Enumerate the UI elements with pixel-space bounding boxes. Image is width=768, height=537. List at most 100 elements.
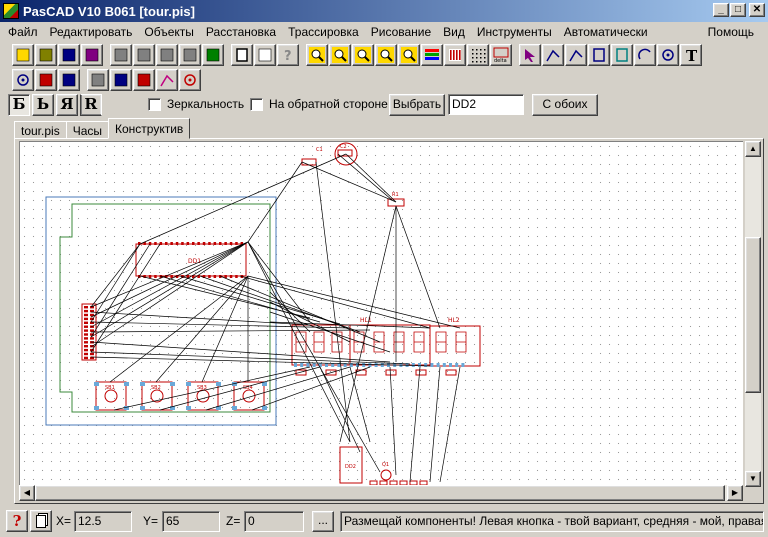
draw-line-button[interactable] <box>542 44 564 66</box>
autoroute-button[interactable] <box>110 69 132 91</box>
undo-button[interactable] <box>202 44 224 66</box>
menu-file[interactable]: Файл <box>2 25 44 39</box>
svg-text:T: T <box>686 47 698 63</box>
color-layers-button[interactable] <box>421 44 443 66</box>
label-sb2: SB2 <box>151 385 161 391</box>
zoom-minus-button[interactable] <box>375 44 397 66</box>
scroll-up-arrow-icon[interactable]: ▲ <box>745 141 761 157</box>
layers-icon <box>258 48 272 62</box>
menu-routing[interactable]: Трассировка <box>282 25 365 39</box>
zoom-area-button[interactable] <box>398 44 420 66</box>
copy-button[interactable] <box>133 44 155 66</box>
testpoint-button[interactable] <box>179 69 201 91</box>
minimize-button[interactable]: _ <box>713 3 729 17</box>
question-button[interactable]: ? <box>277 44 299 66</box>
component-hl1[interactable]: HL1 <box>291 317 431 366</box>
measure-button[interactable] <box>58 69 80 91</box>
erase-button[interactable] <box>179 44 201 66</box>
horizontal-scrollbar[interactable]: ◀ ▶ <box>19 485 743 501</box>
horizontal-scroll-thumb[interactable] <box>35 485 725 501</box>
delta-button[interactable]: delta <box>490 44 512 66</box>
zoom-fit-button[interactable] <box>306 44 328 66</box>
back-side-checkbox[interactable] <box>250 97 263 111</box>
grid-dots-icon <box>472 49 486 63</box>
delta-icon: delta <box>493 47 509 63</box>
save-file-button[interactable] <box>58 44 80 66</box>
tab-construct[interactable]: Конструктив <box>108 118 191 139</box>
filled-rect-button[interactable] <box>611 44 633 66</box>
draw-line-icon <box>546 49 560 62</box>
testpoint-icon <box>184 74 196 86</box>
help-button[interactable]: ? <box>6 510 28 532</box>
text-button[interactable]: T <box>680 44 702 66</box>
menu-tools[interactable]: Инструменты <box>471 25 558 39</box>
zoom-plus-button[interactable] <box>352 44 374 66</box>
svg-text:?: ? <box>284 49 292 63</box>
scroll-left-arrow-icon[interactable]: ◀ <box>19 485 35 501</box>
tab-clock[interactable]: Часы <box>65 121 109 139</box>
menu-placement[interactable]: Расстановка <box>200 25 282 39</box>
menu-bar: Файл Редактировать Объекты Расстановка Т… <box>0 22 768 42</box>
route-button[interactable] <box>87 69 109 91</box>
open-file-button[interactable] <box>35 44 57 66</box>
component-name-input[interactable]: DD2 <box>448 94 524 115</box>
menu-help[interactable]: Помощь <box>702 25 760 39</box>
filled-rect-icon <box>616 48 628 62</box>
grid-dots-button[interactable] <box>467 44 489 66</box>
vertical-scrollbar[interactable]: ▲ ▼ <box>745 141 761 487</box>
pins-icon <box>449 49 461 61</box>
layers-button[interactable] <box>254 44 276 66</box>
component-q1[interactable]: Q1 <box>380 462 392 481</box>
mirror-checkbox[interactable] <box>148 97 161 111</box>
arc-button[interactable] <box>634 44 656 66</box>
tab-tour-pis[interactable]: tour.pis <box>14 121 67 139</box>
component-sb1[interactable]: SB1 <box>94 381 129 411</box>
component-sb3[interactable]: SB3 <box>186 381 221 411</box>
pcb-canvas[interactable]: DD1 SB1 SB2 SB3 SB4 HL1 HL2 C2 C1 R1 DD2… <box>19 141 743 487</box>
layer-button-1[interactable]: Б <box>8 94 30 116</box>
menu-auto[interactable]: Автоматически <box>558 25 654 39</box>
more-button[interactable]: ... <box>312 511 334 532</box>
zoom-in-button[interactable] <box>329 44 351 66</box>
pins-button[interactable] <box>444 44 466 66</box>
layer-button-3[interactable]: Я <box>56 94 78 116</box>
select-tool-button[interactable] <box>12 44 34 66</box>
back-side-option[interactable]: На обратной стороне <box>250 97 388 111</box>
component-place-button[interactable] <box>133 69 155 91</box>
exit-door-button[interactable] <box>81 44 103 66</box>
via-button[interactable] <box>12 69 34 91</box>
maximize-button[interactable]: □ <box>730 3 746 17</box>
circle-button[interactable] <box>657 44 679 66</box>
component-c1[interactable]: C1 <box>301 147 323 166</box>
vertical-scroll-thumb[interactable] <box>745 237 761 393</box>
component-sb2[interactable]: SB2 <box>140 381 175 411</box>
mirror-option[interactable]: Зеркальность <box>148 97 244 111</box>
measure-icon <box>62 73 76 87</box>
scroll-down-arrow-icon[interactable]: ▼ <box>745 471 761 487</box>
pages-button[interactable] <box>30 510 52 532</box>
both-sides-button[interactable]: С обоих <box>532 94 598 116</box>
menu-edit[interactable]: Редактировать <box>44 25 139 39</box>
select-button[interactable]: Выбрать <box>389 94 445 116</box>
menu-drawing[interactable]: Рисование <box>365 25 437 39</box>
scroll-right-arrow-icon[interactable]: ▶ <box>727 485 743 501</box>
component-dd2[interactable]: DD2 <box>339 446 363 484</box>
arc-icon <box>638 48 651 60</box>
paste-button[interactable] <box>156 44 178 66</box>
pointer-arrow-button[interactable] <box>519 44 541 66</box>
new-page-button[interactable] <box>231 44 253 66</box>
cut-button[interactable] <box>110 44 132 66</box>
rectangle-button[interactable] <box>588 44 610 66</box>
help-question-icon: ? <box>12 512 22 530</box>
layer-button-2[interactable]: Ь <box>32 94 54 116</box>
component-hl2[interactable]: HL2 <box>429 317 481 367</box>
menu-view[interactable]: Вид <box>437 25 471 39</box>
close-button[interactable]: ✕ <box>749 3 765 17</box>
polygon-fill-button[interactable] <box>156 69 178 91</box>
layer-button-4[interactable]: Я <box>80 94 102 116</box>
workspace-panel: DD1 SB1 SB2 SB3 SB4 HL1 HL2 C2 C1 R1 DD2… <box>14 138 764 504</box>
menu-objects[interactable]: Объекты <box>138 25 200 39</box>
polyline-button[interactable] <box>565 44 587 66</box>
text-icon: T <box>686 47 698 63</box>
dimension-button[interactable] <box>35 69 57 91</box>
